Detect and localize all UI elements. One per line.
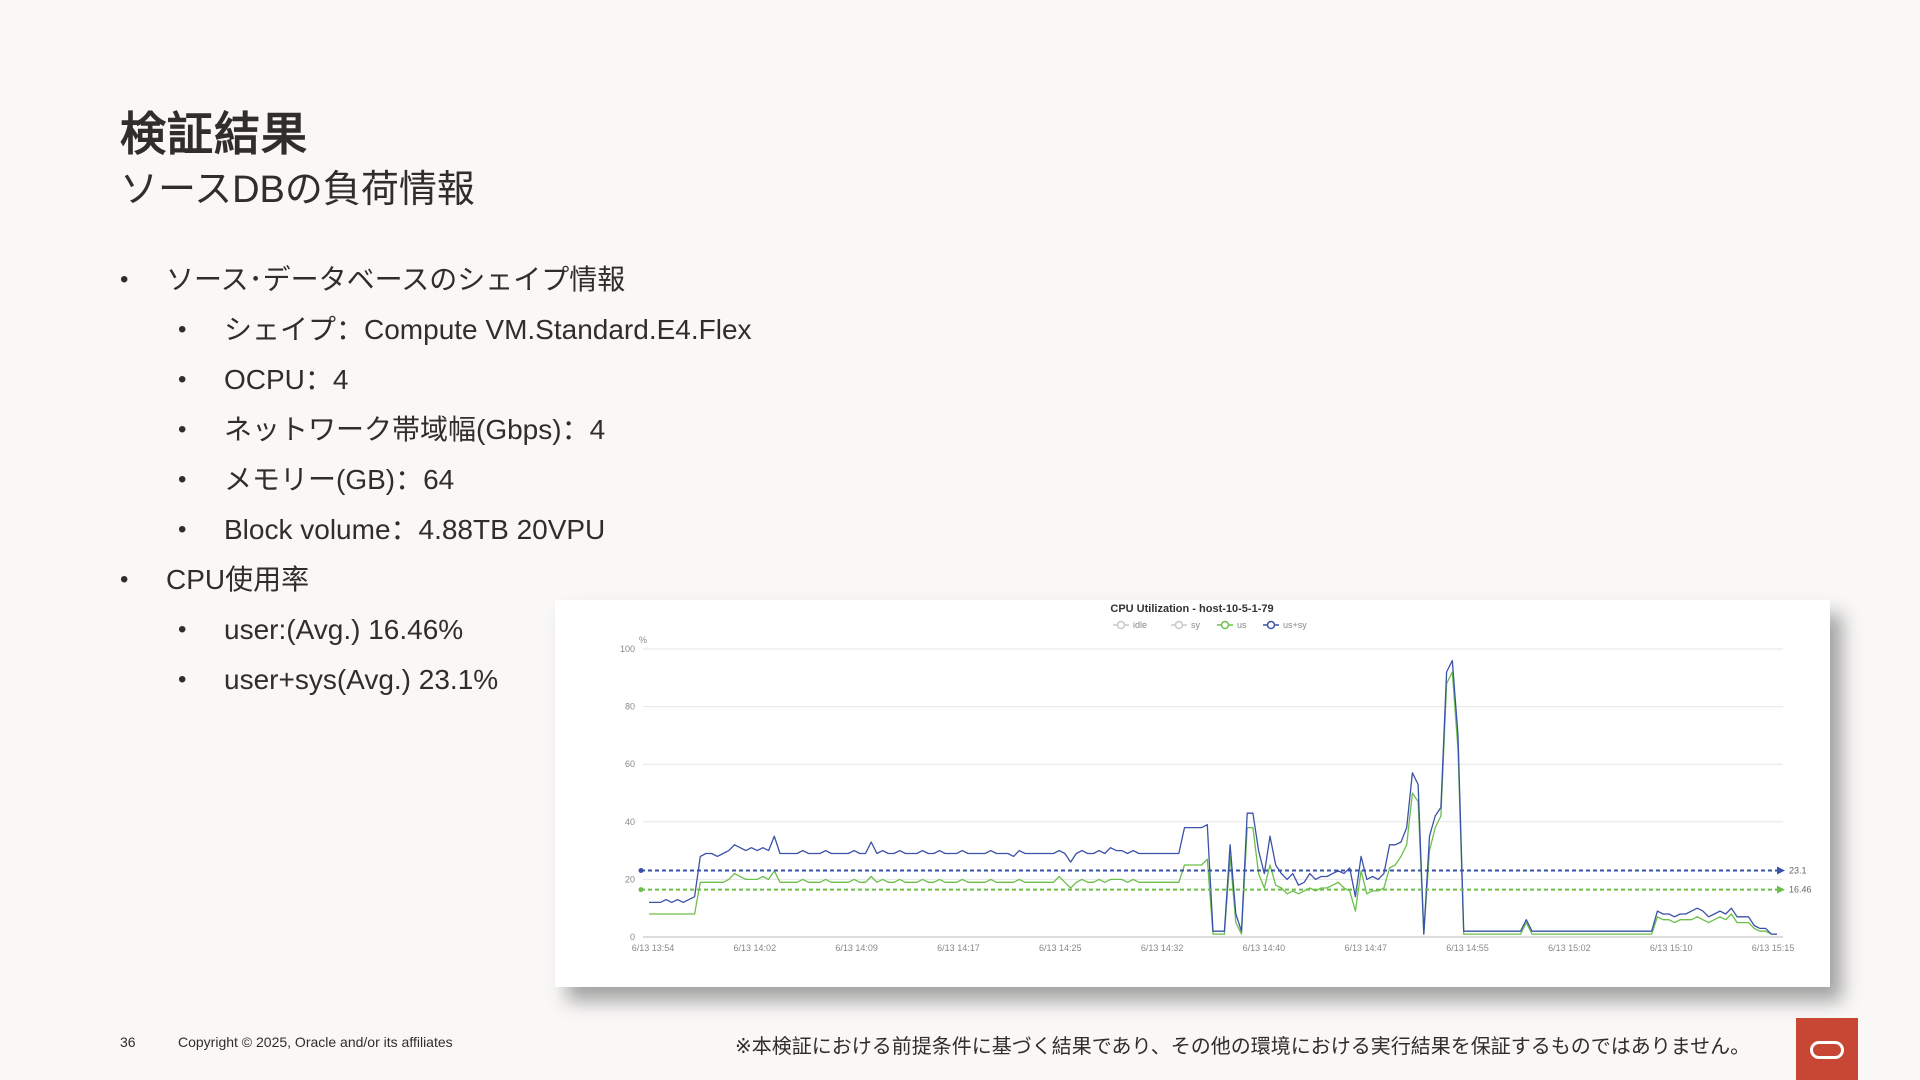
legend-marker-0 <box>1116 620 1126 630</box>
bullet-memory: メモリー(GB)：64 <box>120 462 900 498</box>
reference-start-marker-0 <box>638 867 644 873</box>
oracle-logo-ring-icon <box>1810 1041 1844 1059</box>
reference-start-marker-1 <box>638 887 644 893</box>
oracle-logo <box>1796 1018 1858 1080</box>
x-tick-label-3: 6/13 14:17 <box>937 943 980 953</box>
legend-marker-1 <box>1174 620 1184 630</box>
bullet-shape-info: ソース･データベースのシェイプ情報 <box>120 262 900 298</box>
y-tick-label-5: 100 <box>620 644 635 654</box>
legend-marker-2 <box>1220 620 1230 630</box>
legend-label-2: us <box>1237 620 1247 630</box>
x-tick-label-9: 6/13 15:02 <box>1548 943 1591 953</box>
y-tick-label-3: 60 <box>625 759 635 769</box>
reference-label-1: 16.46 <box>1789 885 1812 895</box>
reference-arrow-0 <box>1777 866 1785 875</box>
reference-label-0: 23.1 <box>1789 865 1807 875</box>
x-tick-label-6: 6/13 14:40 <box>1243 943 1286 953</box>
y-axis-label: % <box>639 635 647 645</box>
reference-arrow-1 <box>1777 885 1785 894</box>
bullet-shape: シェイプ：Compute VM.Standard.E4.Flex <box>120 312 900 348</box>
slide-title: 検証結果 <box>120 108 308 160</box>
x-tick-label-5: 6/13 14:32 <box>1141 943 1184 953</box>
disclaimer-text: ※本検証における前提条件に基づく結果であり、その他の環境における実行結果を保証す… <box>735 1036 1751 1058</box>
legend-marker-3 <box>1266 620 1276 630</box>
legend-label-3: us+sy <box>1283 620 1307 630</box>
bullet-cpu-usage: CPU使用率 <box>120 562 900 598</box>
page-number: 36 <box>120 1034 136 1050</box>
legend-label-0: idle <box>1133 620 1147 630</box>
x-tick-label-11: 6/13 15:15 <box>1752 943 1795 953</box>
x-tick-label-4: 6/13 14:25 <box>1039 943 1082 953</box>
x-tick-label-8: 6/13 14:55 <box>1446 943 1489 953</box>
x-tick-label-7: 6/13 14:47 <box>1344 943 1387 953</box>
y-tick-label-4: 80 <box>625 702 635 712</box>
y-tick-label-1: 20 <box>625 874 635 884</box>
chart-svg: CPU Utilization - host-10-5-1-79 idle sy us… <box>620 603 1812 953</box>
legend-label-1: sy <box>1191 620 1201 630</box>
x-tick-label-0: 6/13 13:54 <box>632 943 675 953</box>
x-tick-label-10: 6/13 15:10 <box>1650 943 1693 953</box>
y-tick-label-2: 40 <box>625 817 635 827</box>
x-tick-label-1: 6/13 14:02 <box>734 943 777 953</box>
bullet-block-volume: Block volume：4.88TB 20VPU <box>120 512 900 548</box>
chart-title: CPU Utilization - host-10-5-1-79 <box>1110 603 1273 615</box>
series-line-us <box>649 671 1777 935</box>
bullet-network: ネットワーク帯域幅(Gbps)：4 <box>120 412 900 448</box>
x-tick-label-2: 6/13 14:09 <box>835 943 878 953</box>
cpu-utilization-chart: CPU Utilization - host-10-5-1-79 idle sy us… <box>555 600 1830 987</box>
series-line-us-sy <box>649 659 1777 935</box>
bullet-ocpu: OCPU：4 <box>120 362 900 398</box>
y-tick-label-0: 0 <box>630 932 635 942</box>
copyright-text: Copyright © 2025, Oracle and/or its affi… <box>178 1034 453 1050</box>
slide-subtitle: ソースDBの負荷情報 <box>120 169 475 211</box>
